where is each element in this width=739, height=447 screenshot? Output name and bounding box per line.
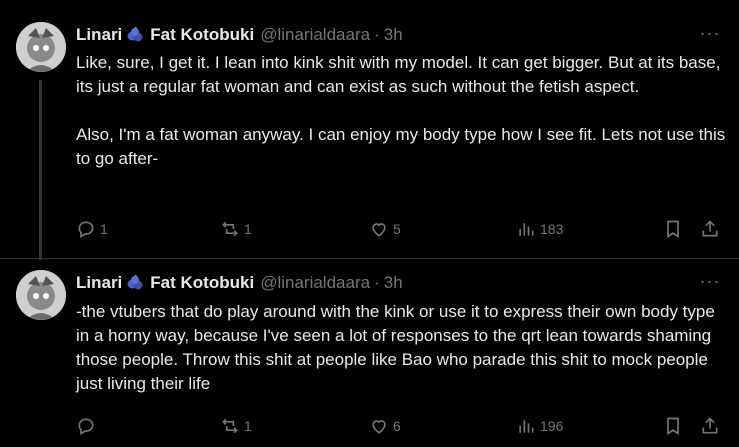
display-name-suffix[interactable]: Fat Kotobuki bbox=[150, 25, 254, 45]
blueberry-emoji-icon bbox=[126, 274, 144, 292]
avatar[interactable] bbox=[16, 270, 66, 320]
reply-icon bbox=[78, 221, 94, 238]
views-count: 196 bbox=[540, 418, 564, 434]
more-icon[interactable]: ··· bbox=[699, 24, 721, 48]
tweet-text: -the vtubers that do play around with th… bbox=[76, 300, 726, 396]
blueberry-emoji-icon bbox=[126, 26, 144, 44]
bookmark-button[interactable] bbox=[662, 217, 684, 241]
repost-button[interactable]: 1 bbox=[220, 217, 252, 241]
more-icon[interactable]: ··· bbox=[699, 272, 721, 296]
like-button[interactable]: 6 bbox=[369, 414, 401, 438]
tweet-paragraph: Also, I'm a fat woman anyway. I can enjo… bbox=[76, 125, 726, 168]
display-name[interactable]: Linari bbox=[76, 273, 122, 293]
share-icon bbox=[702, 220, 718, 237]
reply-count: 1 bbox=[100, 221, 108, 237]
views-count: 183 bbox=[540, 221, 564, 237]
bookmark-icon bbox=[667, 417, 679, 436]
tweet-2[interactable]: Linari Fat Kotobuki @linarialdaara · 3h … bbox=[0, 259, 739, 447]
reply-button[interactable] bbox=[76, 414, 100, 438]
tweet-text: Like, sure, I get it. I lean into kink s… bbox=[76, 51, 726, 171]
user-handle[interactable]: @linarialdaara bbox=[260, 273, 370, 293]
like-count: 5 bbox=[393, 221, 401, 237]
avatar[interactable] bbox=[16, 22, 66, 72]
like-button[interactable]: 5 bbox=[369, 217, 401, 241]
user-handle[interactable]: @linarialdaara bbox=[260, 25, 370, 45]
reply-button[interactable]: 1 bbox=[76, 217, 108, 241]
like-icon bbox=[372, 223, 386, 237]
repost-icon bbox=[222, 418, 238, 434]
share-button[interactable] bbox=[699, 414, 721, 438]
tweet-paragraph: Like, sure, I get it. I lean into kink s… bbox=[76, 53, 721, 96]
bookmark-button[interactable] bbox=[662, 414, 684, 438]
timestamp[interactable]: 3h bbox=[384, 273, 403, 293]
views-icon bbox=[519, 420, 534, 433]
like-icon bbox=[372, 420, 386, 434]
bookmark-icon bbox=[667, 220, 679, 239]
display-name[interactable]: Linari bbox=[76, 25, 122, 45]
action-bar: 1 6 196 bbox=[76, 414, 726, 438]
share-button[interactable] bbox=[699, 217, 721, 241]
reply-icon bbox=[78, 418, 94, 435]
tweet-header: Linari Fat Kotobuki @linarialdaara · 3h bbox=[76, 24, 403, 46]
thread-line bbox=[39, 80, 42, 260]
display-name-suffix[interactable]: Fat Kotobuki bbox=[150, 273, 254, 293]
like-count: 6 bbox=[393, 418, 401, 434]
repost-count: 1 bbox=[244, 221, 252, 237]
action-bar: 1 1 5 183 bbox=[76, 217, 726, 241]
views-icon bbox=[519, 223, 534, 236]
separator: · bbox=[374, 25, 380, 44]
repost-button[interactable]: 1 bbox=[220, 414, 252, 438]
separator: · bbox=[374, 273, 380, 292]
tweet-header: Linari Fat Kotobuki @linarialdaara · 3h bbox=[76, 272, 403, 294]
repost-icon bbox=[222, 221, 238, 237]
timestamp[interactable]: 3h bbox=[384, 25, 403, 45]
share-icon bbox=[702, 417, 718, 434]
tweet-paragraph: -the vtubers that do play around with th… bbox=[76, 302, 715, 393]
views-button[interactable]: 196 bbox=[516, 414, 563, 438]
views-button[interactable]: 183 bbox=[516, 217, 563, 241]
tweet-1[interactable]: Linari Fat Kotobuki @linarialdaara · 3h … bbox=[0, 0, 739, 260]
repost-count: 1 bbox=[244, 418, 252, 434]
